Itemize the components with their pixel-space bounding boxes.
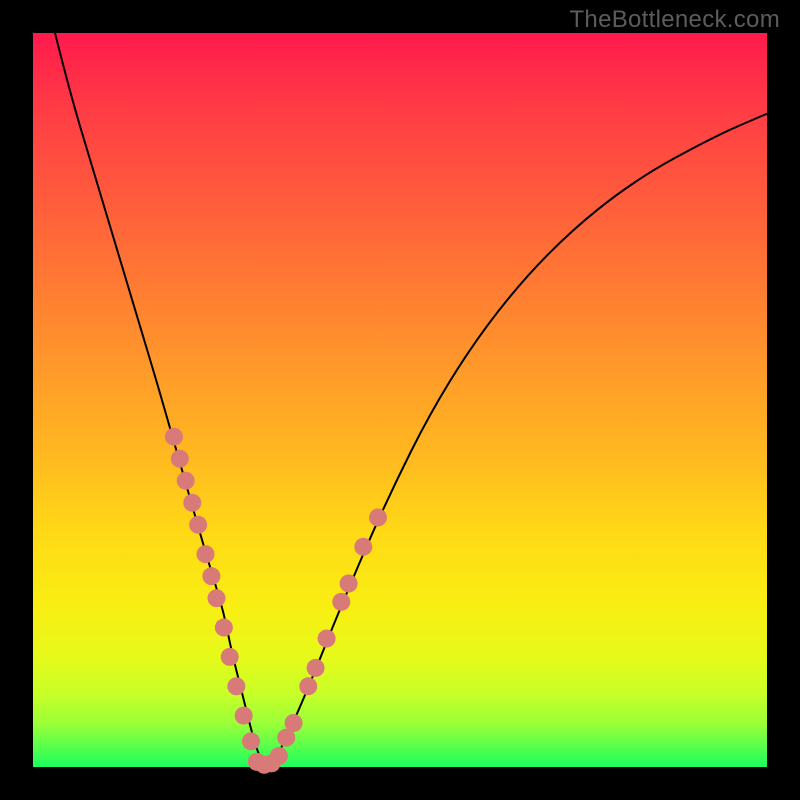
data-marker [307, 659, 325, 677]
data-marker [354, 538, 372, 556]
data-marker [270, 747, 288, 765]
data-marker [369, 508, 387, 526]
data-marker [227, 677, 245, 695]
data-marker [221, 648, 239, 666]
chart-svg [33, 33, 767, 767]
data-marker [196, 545, 214, 563]
data-marker [208, 589, 226, 607]
data-marker [340, 575, 358, 593]
watermark-text: TheBottleneck.com [569, 6, 780, 34]
data-marker [177, 472, 195, 490]
plot-area [33, 33, 767, 767]
data-marker [235, 707, 253, 725]
data-marker [215, 619, 233, 637]
data-marker [299, 677, 317, 695]
curve-layer [55, 33, 767, 765]
data-marker [318, 630, 336, 648]
data-marker [171, 450, 189, 468]
bottleneck-curve [55, 33, 767, 765]
chart-frame: TheBottleneck.com [0, 0, 800, 800]
data-marker [165, 428, 183, 446]
data-marker [285, 714, 303, 732]
data-marker [332, 593, 350, 611]
data-marker [202, 567, 220, 585]
data-marker [189, 516, 207, 534]
data-marker [242, 732, 260, 750]
marker-layer [165, 428, 387, 774]
data-marker [183, 494, 201, 512]
